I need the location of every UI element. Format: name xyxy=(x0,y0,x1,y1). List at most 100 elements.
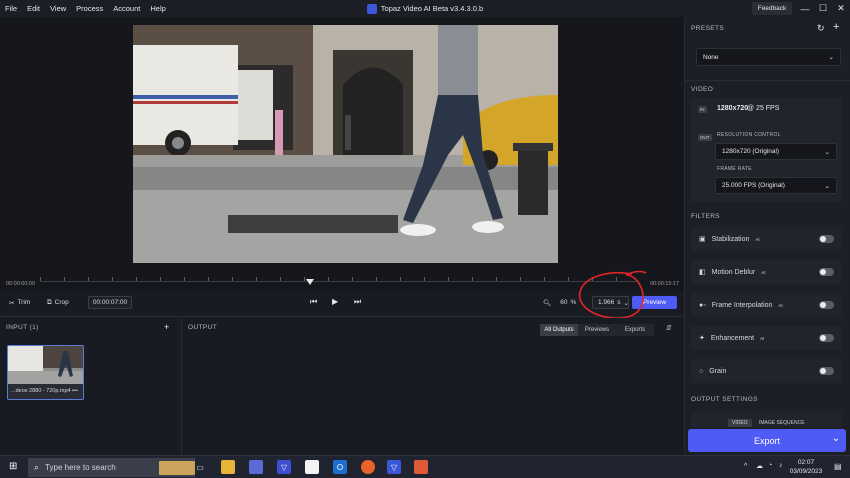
menu-file[interactable]: File xyxy=(0,0,22,17)
menu-help[interactable]: Help xyxy=(145,0,170,17)
in-badge: IN xyxy=(698,106,707,113)
chevron-down-icon: ⌄ xyxy=(824,182,830,190)
input-resolution: 1280x720 xyxy=(717,105,749,112)
resolution-select[interactable]: 1280x720 (Original) ⌄ xyxy=(715,143,837,160)
menu-account[interactable]: Account xyxy=(108,0,145,17)
filter-frame-interpolation[interactable]: ●◦ Frame Interpolation AI xyxy=(691,293,842,317)
filter-label: Stabilization xyxy=(711,235,750,243)
add-input-button[interactable]: + xyxy=(164,322,169,332)
scissors-icon: ✂ xyxy=(9,299,15,307)
firefox-icon[interactable] xyxy=(361,460,375,474)
menu-process[interactable]: Process xyxy=(71,0,108,17)
task-view-icon[interactable]: ▭ xyxy=(193,460,207,474)
frame-rate-label: FRAME RATE xyxy=(717,166,752,172)
zoom-icon: 🔍︎ xyxy=(543,299,552,307)
tab-previews[interactable]: Previews xyxy=(578,324,616,336)
input-thumbnail xyxy=(8,346,83,384)
output-header: OUTPUT xyxy=(188,324,218,331)
more-options-icon[interactable]: ••• xyxy=(72,388,78,394)
preset-value: None xyxy=(703,53,719,61)
feedback-button[interactable]: Feedback xyxy=(752,2,792,15)
notifications-icon[interactable]: ▤ xyxy=(834,462,842,471)
taskbar-search-box[interactable]: ⌕ Type here to search xyxy=(28,458,195,477)
crop-icon: ⧉ xyxy=(47,298,52,306)
app-2-icon[interactable] xyxy=(414,460,428,474)
store-icon[interactable] xyxy=(305,460,319,474)
input-file-name: ...deos 2880 - 720p.mp4 xyxy=(11,388,71,394)
filter-label: Grain xyxy=(709,367,727,375)
frame-rate-value: 25.000 FPS (Original) xyxy=(722,182,785,189)
wifi-icon[interactable]: ◔ xyxy=(768,462,772,469)
search-placeholder: Type here to search xyxy=(45,463,116,472)
chevron-down-icon: ⌄ xyxy=(828,54,834,61)
filter-motion-deblur[interactable]: ◧ Motion Deblur AI xyxy=(691,260,842,284)
menu-view[interactable]: View xyxy=(45,0,71,17)
export-label: Export xyxy=(753,435,780,446)
volume-icon[interactable]: ♪ xyxy=(779,462,783,469)
trim-button[interactable]: ✂ Trim xyxy=(4,296,35,309)
ai-badge: AI xyxy=(755,236,760,242)
menu-edit[interactable]: Edit xyxy=(22,0,45,17)
network-icon[interactable]: ☁ xyxy=(756,462,763,470)
street-scene-image xyxy=(133,25,558,263)
grain-toggle[interactable] xyxy=(819,367,834,375)
filter-stabilization[interactable]: ▣ Stabilization AI xyxy=(691,227,842,251)
output-tab-image-sequence[interactable]: IMAGE SEQUENCE xyxy=(757,419,807,427)
export-button[interactable]: Export ⌄ xyxy=(688,429,846,452)
video-title: VIDEO xyxy=(691,86,714,93)
maximize-icon[interactable]: ☐ xyxy=(814,0,832,17)
presets-title: PRESETS xyxy=(691,25,725,32)
filters-title: FILTERS xyxy=(691,213,721,220)
close-icon[interactable]: ✕ xyxy=(832,0,850,17)
topaz-logo-icon xyxy=(366,3,377,14)
playhead-icon[interactable] xyxy=(306,279,314,285)
trim-label: Trim xyxy=(17,299,31,306)
app-icon[interactable] xyxy=(249,460,263,474)
stabilization-toggle[interactable] xyxy=(819,235,834,243)
timeline-track xyxy=(40,281,638,282)
filter-grain[interactable]: ○ Grain xyxy=(691,359,842,383)
play-icon[interactable]: ▶ xyxy=(332,297,338,306)
zoom-value: 60 xyxy=(560,299,568,306)
ai-badge: AI xyxy=(778,302,783,308)
windows-start-icon[interactable]: ⊞ xyxy=(9,461,17,472)
frame-rate-select[interactable]: 25.000 FPS (Original) ⌄ xyxy=(715,177,837,194)
chevron-down-icon[interactable]: ⌄ xyxy=(832,433,840,444)
preset-select[interactable]: None ⌄ xyxy=(696,48,841,66)
topaz-video-icon[interactable]: ▽ xyxy=(387,460,401,474)
motion-deblur-icon: ◧ xyxy=(699,269,706,276)
next-frame-icon[interactable]: ⏭ xyxy=(354,297,361,307)
filter-enhancement[interactable]: ✦ Enhancement AI xyxy=(691,326,842,350)
topaz-triangle-icon[interactable]: ▽ xyxy=(277,460,291,474)
output-tab-video[interactable]: VIDEO xyxy=(728,419,752,427)
file-explorer-icon[interactable] xyxy=(221,460,235,474)
tab-exports[interactable]: Exports xyxy=(616,324,654,336)
timeline-start-time: 00:00:00:00 xyxy=(6,281,36,287)
clock-time[interactable]: 02:07 xyxy=(786,459,826,466)
enhancement-toggle[interactable] xyxy=(819,334,834,342)
clock-date[interactable]: 03/09/2023 xyxy=(783,468,829,475)
previous-frame-icon[interactable]: ⏮ xyxy=(310,297,317,307)
input-fps: @ 25 FPS xyxy=(747,105,780,112)
title-bar: File Edit View Process Account Help xyxy=(0,0,850,17)
tab-all-outputs[interactable]: All Outputs xyxy=(540,324,578,336)
add-preset-icon[interactable]: + xyxy=(833,21,839,33)
minimize-icon[interactable]: — xyxy=(796,0,814,17)
tray-chevron-up-icon[interactable]: ^ xyxy=(744,463,747,470)
input-file-card[interactable]: ...deos 2880 - 720p.mp4 ••• xyxy=(7,345,84,400)
crop-button[interactable]: ⧉ Crop xyxy=(42,296,74,309)
reset-icon[interactable]: ↻ xyxy=(817,23,825,34)
current-time-field[interactable]: 00:00:07:00 xyxy=(88,296,132,309)
input-header: INPUT (1) xyxy=(6,324,39,331)
frame-interpolation-toggle[interactable] xyxy=(819,301,834,309)
ai-badge: AI xyxy=(761,269,766,275)
grain-icon: ○ xyxy=(699,367,704,375)
timeline-end-time: 00:00:15:17 xyxy=(650,281,680,287)
video-preview-frame[interactable] xyxy=(133,25,558,263)
settings-sidebar: PRESETS ↻ + None ⌄ VIDEO IN 1280x720 @ 2… xyxy=(684,17,850,455)
motion-deblur-toggle[interactable] xyxy=(819,268,834,276)
search-icon: ⌕ xyxy=(34,462,40,472)
outlook-icon[interactable]: O xyxy=(333,460,347,474)
divider xyxy=(685,80,850,81)
sort-icon[interactable]: ⇵ xyxy=(666,324,672,332)
